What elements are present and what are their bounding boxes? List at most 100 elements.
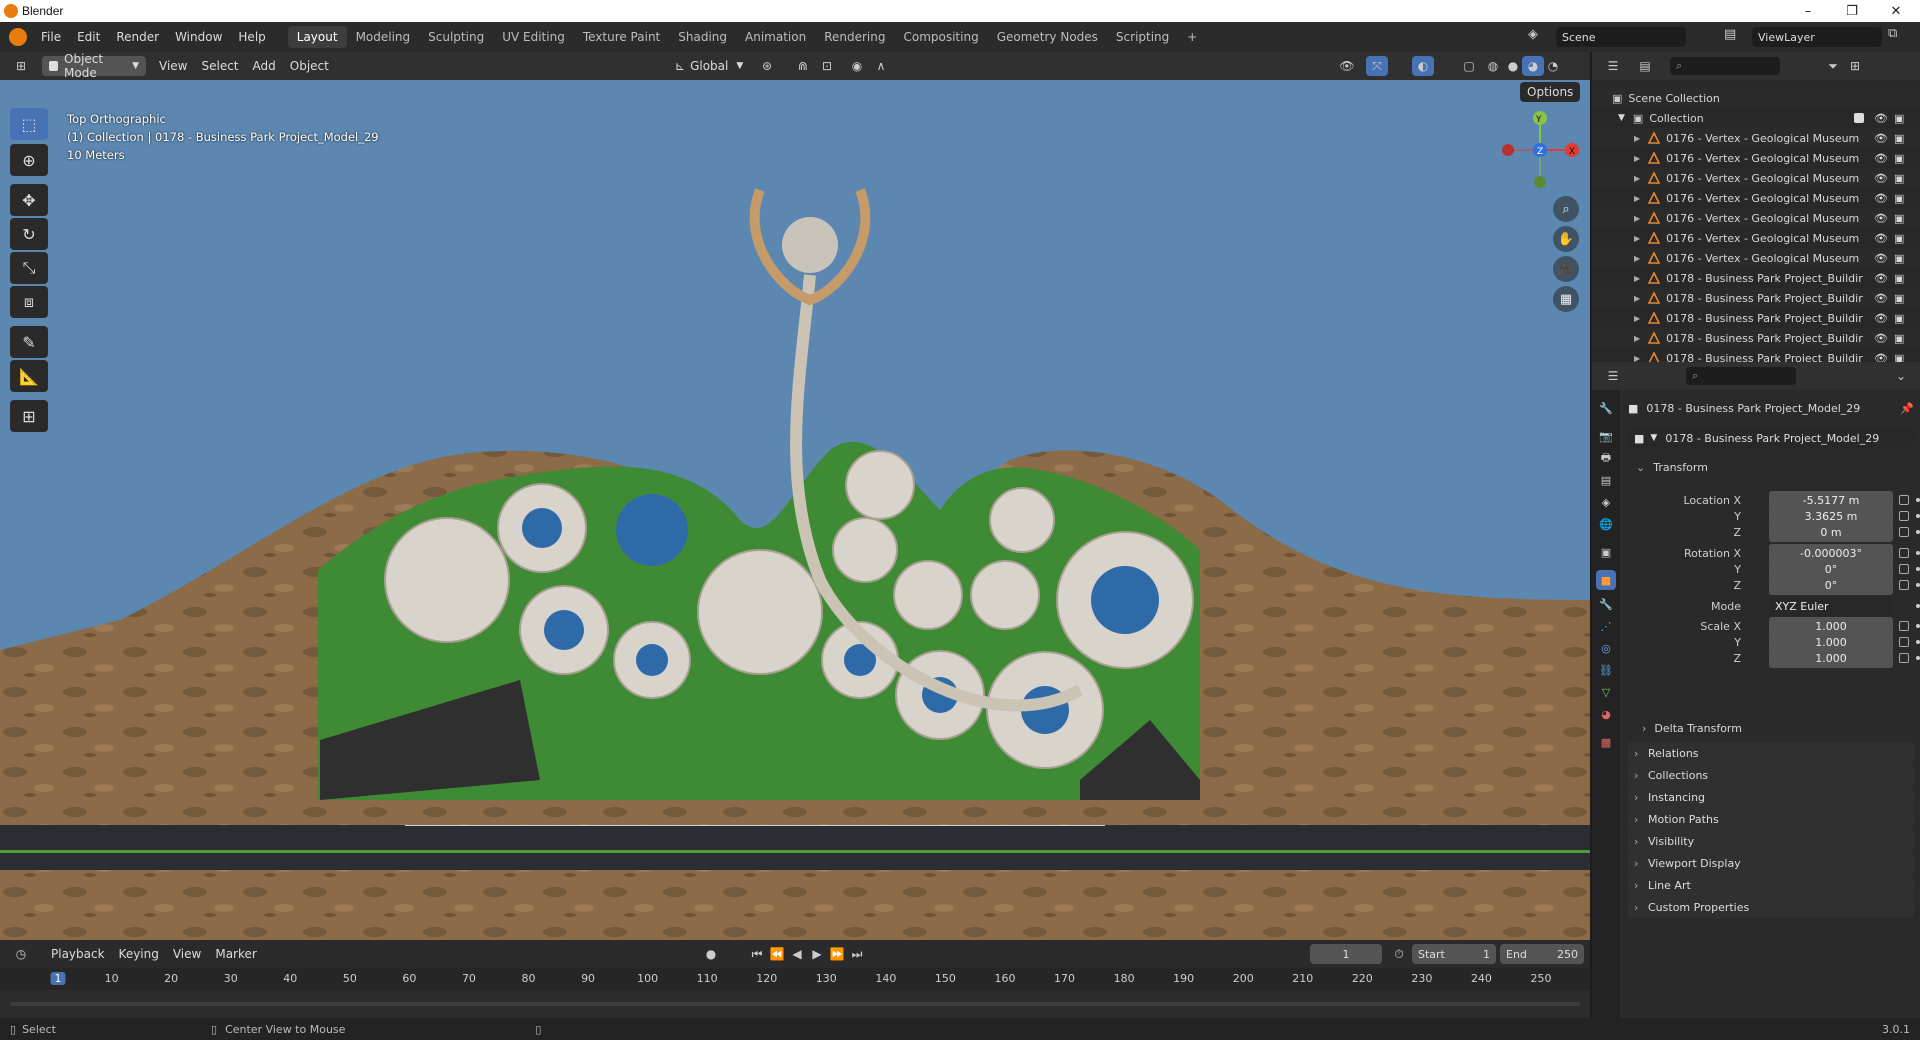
lock-icon[interactable] (1899, 495, 1909, 505)
outliner-item[interactable]: ▶ 0176 - Vertex - Geological Museum 👁 ▣ (1592, 228, 1920, 248)
properties-editor-icon[interactable]: ☰ (1602, 366, 1624, 386)
view-layer-field[interactable]: ViewLayer (1752, 27, 1882, 47)
display-mode-icon[interactable]: ▤ (1634, 56, 1656, 76)
menu-timeline-view[interactable]: View (166, 944, 208, 964)
menu-edit[interactable]: Edit (69, 30, 108, 44)
panel-relations[interactable]: › Relations (1628, 742, 1914, 764)
pan-hand-icon[interactable]: ✋ (1553, 226, 1579, 252)
lock-icon[interactable] (1899, 580, 1909, 590)
next-keyframe-icon[interactable]: ⏩ (826, 944, 848, 964)
options-button[interactable]: Options (1520, 82, 1581, 102)
tab-uv-editing[interactable]: UV Editing (493, 26, 574, 48)
visibility-icon[interactable]: 👁 (1336, 56, 1358, 76)
maximize-button[interactable]: ❐ (1830, 0, 1874, 22)
transform-tool-icon[interactable]: ⧈ (10, 286, 48, 318)
measure-tool-icon[interactable]: 📐 (10, 360, 48, 392)
tool-tab-icon[interactable]: 🔧 (1596, 398, 1616, 418)
xray-icon[interactable]: ▢ (1458, 56, 1480, 76)
eye-icon[interactable]: 👁 (1874, 272, 1888, 285)
menu-window[interactable]: Window (167, 30, 230, 44)
eye-icon[interactable]: 👁 (1874, 152, 1888, 165)
prev-keyframe-icon[interactable]: ⏪ (766, 944, 788, 964)
scene-icon[interactable]: ◈ (1528, 27, 1550, 47)
falloff-icon[interactable]: ∧ (870, 56, 892, 76)
lock-icon[interactable] (1899, 653, 1909, 663)
record-icon[interactable]: ● (700, 944, 722, 964)
lock-icon[interactable] (1899, 564, 1909, 574)
properties-search-input[interactable]: ⌕ (1686, 367, 1796, 385)
scene-tab-icon[interactable]: ◈ (1596, 492, 1616, 512)
property-value-field[interactable]: 1.000 (1769, 648, 1893, 668)
3d-viewport[interactable]: Top Orthographic (1) Collection | 0178 -… (0, 80, 1590, 940)
close-window-button[interactable]: ✕ (1874, 0, 1918, 22)
keyframe-dot-icon[interactable] (1916, 498, 1920, 502)
move-tool-icon[interactable]: ✥ (10, 184, 48, 216)
panel-motion-paths[interactable]: › Motion Paths (1628, 808, 1914, 830)
filter-icon[interactable]: ⏷ (1822, 56, 1844, 76)
scene-collection-row[interactable]: ▣ Scene Collection (1592, 88, 1920, 108)
keyframe-dot-icon[interactable] (1916, 656, 1920, 660)
orientation-select[interactable]: ⊾ Global ▼ (668, 56, 750, 76)
timeline-scrollbar[interactable] (10, 1002, 1580, 1006)
camera-icon[interactable]: ▣ (1894, 252, 1904, 265)
camera-icon[interactable]: ▣ (1894, 272, 1904, 285)
timeline-track[interactable] (0, 990, 1590, 1018)
editor-type-icon[interactable]: ⊞ (10, 56, 32, 76)
mode-select[interactable]: Object Mode ▼ (42, 52, 146, 80)
pivot-icon[interactable]: ⊛ (756, 56, 778, 76)
scale-tool-icon[interactable]: ⤡ (10, 252, 48, 284)
world-tab-icon[interactable]: 🌐 (1596, 514, 1616, 534)
start-frame-field[interactable]: Start 1 (1412, 944, 1496, 964)
particles-tab-icon[interactable]: ⋰ (1596, 616, 1616, 636)
menu-select[interactable]: Select (194, 56, 245, 76)
property-value-field[interactable]: 0° (1769, 575, 1893, 595)
eye-icon[interactable]: 👁 (1874, 332, 1888, 345)
camera-icon[interactable]: ▣ (1894, 172, 1904, 185)
menu-view[interactable]: View (152, 56, 194, 76)
blender-menu-icon[interactable] (9, 28, 27, 46)
tab-shading[interactable]: Shading (669, 26, 736, 48)
new-collection-icon[interactable]: ⊞ (1844, 56, 1866, 76)
outliner-editor-icon[interactable]: ☰ (1602, 56, 1624, 76)
menu-help[interactable]: Help (230, 30, 273, 44)
outliner-item[interactable]: ▶ 0178 - Business Park Project_Buildir 👁 ▣ (1592, 328, 1920, 348)
outliner-item[interactable]: ▶ 0178 - Business Park Project_Buildir 👁 ▣ (1592, 288, 1920, 308)
keyframe-dot-icon[interactable] (1916, 514, 1920, 518)
zoom-icon[interactable]: ⌕ (1553, 196, 1579, 222)
outliner-item[interactable]: ▶ 0176 - Vertex - Geological Museum 👁 ▣ (1592, 188, 1920, 208)
rendered-shading-icon[interactable]: ◔ (1542, 56, 1564, 76)
properties-options-icon[interactable]: ⌄ (1890, 366, 1912, 386)
menu-object[interactable]: Object (283, 56, 336, 76)
view-layer-tab-icon[interactable]: ▤ (1596, 470, 1616, 490)
eye-icon[interactable]: 👁 (1874, 312, 1888, 325)
outliner-search-input[interactable]: ⌕ (1670, 57, 1780, 75)
camera-icon[interactable]: ▣ (1894, 212, 1904, 225)
wireframe-shading-icon[interactable]: ◍ (1482, 56, 1504, 76)
collection-tab-icon[interactable]: ▣ (1596, 542, 1616, 562)
menu-keying[interactable]: Keying (112, 944, 166, 964)
eye-icon[interactable]: 👁 (1874, 212, 1888, 225)
current-frame-field[interactable]: 1 (1310, 944, 1382, 964)
outliner-item[interactable]: ▶ 0176 - Vertex - Geological Museum 👁 ▣ (1592, 128, 1920, 148)
panel-custom-properties[interactable]: › Custom Properties (1628, 896, 1914, 918)
keyframe-dot-icon[interactable] (1916, 624, 1920, 628)
outliner-item[interactable]: ▶ 0178 - Business Park Project_Buildir 👁 ▣ (1592, 268, 1920, 288)
keyframe-dot-icon[interactable] (1916, 583, 1920, 587)
select-box-tool-icon[interactable]: ⬚ (10, 108, 48, 140)
camera-icon[interactable]: ▣ (1894, 132, 1904, 145)
snap-target-icon[interactable]: ⊡ (816, 56, 838, 76)
menu-add[interactable]: Add (246, 56, 283, 76)
eye-icon[interactable]: 👁 (1874, 112, 1888, 125)
camera-icon[interactable]: ▣ (1894, 292, 1904, 305)
end-frame-field[interactable]: End 250 (1500, 944, 1584, 964)
view-layer-icon[interactable]: ▤ (1724, 27, 1746, 47)
jump-start-icon[interactable]: ⏮ (746, 944, 768, 964)
modifier-tab-icon[interactable]: 🔧 (1596, 594, 1616, 614)
gizmo-toggle-icon[interactable]: ⤧ (1366, 56, 1388, 76)
eye-icon[interactable]: 👁 (1874, 252, 1888, 265)
render-tab-icon[interactable]: 📷 (1596, 426, 1616, 446)
keyframe-dot-icon[interactable] (1916, 551, 1920, 555)
outliner-item[interactable]: ▶ 0176 - Vertex - Geological Museum 👁 ▣ (1592, 248, 1920, 268)
tab-geometry-nodes[interactable]: Geometry Nodes (988, 26, 1107, 48)
camera-icon[interactable]: ▣ (1894, 112, 1904, 125)
